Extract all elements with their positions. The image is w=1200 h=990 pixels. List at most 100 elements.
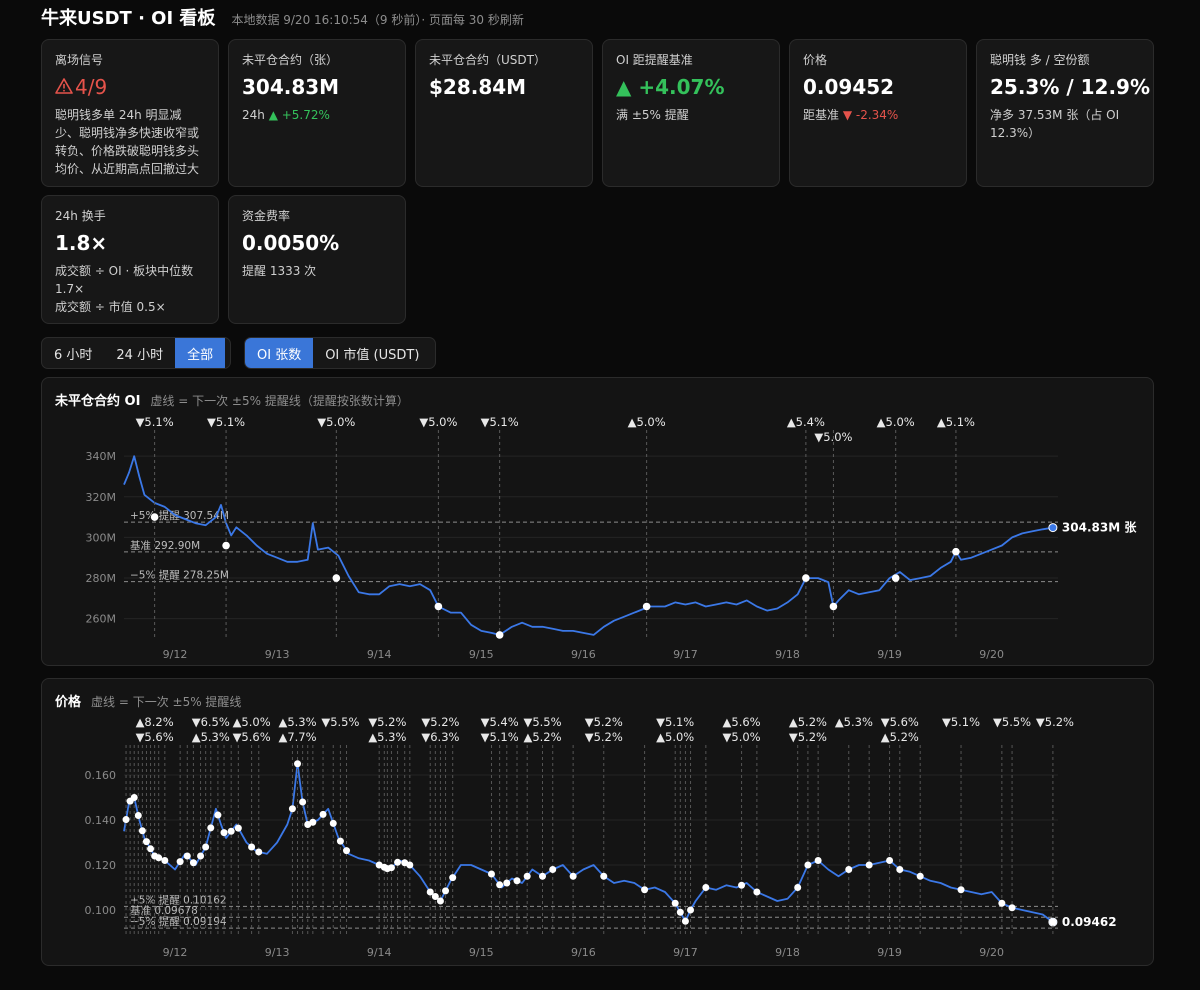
- alert-marker: [122, 816, 130, 824]
- alert-label: ▲7.7%: [278, 730, 316, 744]
- alert-marker: [222, 541, 230, 550]
- page-title: 牛来USDT · OI 看板: [41, 8, 216, 29]
- alert-marker: [687, 906, 695, 914]
- alert-marker: [329, 819, 337, 827]
- alert-marker: [202, 843, 210, 851]
- oi-baseline-label: OI 距提醒基准: [616, 53, 693, 67]
- tab-all[interactable]: 全部: [175, 338, 226, 368]
- alert-marker: [539, 872, 547, 880]
- y-tick-label: 0.160: [85, 769, 117, 782]
- alert-marker: [343, 847, 351, 855]
- exit-signal-count: 4/9: [75, 75, 108, 99]
- x-tick-label: 9/12: [163, 648, 188, 661]
- tab-6h[interactable]: 6 小时: [42, 338, 104, 368]
- alert-marker: [434, 602, 443, 611]
- alert-marker: [142, 838, 150, 846]
- alert-marker: [183, 852, 191, 860]
- alert-marker: [549, 866, 557, 873]
- alert-label: ▼5.2%: [1036, 715, 1074, 729]
- exit-signal-value: 4/9: [55, 74, 205, 100]
- tab-oi-contracts[interactable]: OI 张数: [245, 338, 314, 368]
- alert-marker: [255, 848, 263, 856]
- lower-alert-line-label: −5% 提醒 0.09194: [130, 916, 227, 928]
- alert-marker: [449, 874, 457, 882]
- price-change-prefix: 距基准: [803, 108, 840, 122]
- alert-label: ▼5.6%: [881, 715, 919, 729]
- smart-money-label: 聪明钱 多 / 空份额: [990, 53, 1090, 67]
- alert-marker: [138, 827, 146, 835]
- smart-money-card: 聪明钱 多 / 空份额 25.3% / 12.9% 净多 37.53M 张（占 …: [976, 39, 1154, 187]
- alert-marker: [802, 574, 810, 582]
- oi-contracts-label: 未平仓合约（张）: [242, 53, 339, 67]
- exit-signal-card: 离场信号 4/9 聪明钱多单 24h 明显减少、聪明钱净多快速收窄或转负、价格跌…: [41, 39, 219, 187]
- alert-marker: [496, 881, 504, 889]
- alert-up-label: ▲5.1%: [937, 415, 975, 429]
- alert-up-label: ▲5.0%: [877, 415, 915, 429]
- x-tick-label: 9/18: [775, 648, 800, 661]
- alert-marker: [702, 884, 710, 891]
- x-tick-label: 9/14: [367, 946, 392, 959]
- alert-up-label: ▲5.0%: [628, 415, 666, 429]
- alert-marker: [495, 631, 504, 639]
- exit-signal-label: 离场信号: [55, 53, 104, 67]
- x-tick-label: 9/12: [163, 946, 188, 959]
- alert-marker: [952, 547, 960, 556]
- alert-label: ▲5.3%: [192, 730, 230, 744]
- alert-label: ▼5.0%: [723, 730, 761, 744]
- page-header: 牛来USDT · OI 看板 本地数据 9/20 16:10:54（9 秒前）·…: [41, 4, 524, 29]
- alert-marker: [288, 805, 296, 813]
- alert-marker: [676, 908, 684, 916]
- alert-marker: [753, 888, 761, 896]
- funding-value: 0.0050%: [242, 231, 340, 255]
- oi-contracts-change-value: ▲ +5.72%: [268, 108, 330, 122]
- x-tick-label: 9/17: [673, 648, 698, 661]
- alert-label: ▼5.5%: [321, 715, 359, 729]
- y-tick-label: 0.120: [85, 859, 117, 872]
- alert-marker: [523, 872, 531, 880]
- smart-money-sub: 净多 37.53M 张（占 OI 12.3%）: [990, 108, 1120, 140]
- warning-icon: [55, 74, 75, 100]
- alert-marker: [738, 881, 746, 889]
- price-chart-panel: 价格 虚线 = 下一次 ±5% 提醒线 0.160 0.140 0.120 0.100…: [41, 678, 1154, 966]
- alert-label: ▲5.0%: [233, 715, 271, 729]
- alert-label: ▲5.2%: [881, 730, 919, 744]
- alert-marker: [1008, 904, 1016, 912]
- alert-down-label: ▼5.0%: [419, 415, 457, 429]
- x-tick-label: 9/15: [469, 946, 494, 959]
- alert-marker: [234, 824, 242, 832]
- x-tick-label: 9/20: [979, 648, 1004, 661]
- turnover-card: 24h 换手 1.8× 成交额 ÷ OI · 板块中位数 1.7× 成交额 ÷ …: [41, 195, 219, 324]
- oi-chart-panel: 未平仓合约 OI 虚线 = 下一次 ±5% 提醒线（提醒按张数计算） 340M 3…: [41, 377, 1154, 666]
- y-tick-label: 280M: [86, 572, 117, 585]
- price-value: 0.09452: [803, 75, 895, 99]
- tab-oi-usdt[interactable]: OI 市值 (USDT): [313, 338, 431, 368]
- price-change: 距基准 ▼ -2.34%: [803, 106, 953, 124]
- oi-contracts-value: 304.83M: [242, 75, 340, 99]
- exit-signal-desc: 聪明钱多单 24h 明显减少、聪明钱净多快速收窄或转负、价格跌破聪明钱多头均价、…: [55, 108, 200, 176]
- alert-marker: [829, 602, 838, 611]
- funding-card: 资金费率 0.0050% 提醒 1333 次: [228, 195, 406, 324]
- last-value-label: 304.83M 张: [1062, 520, 1137, 535]
- alert-label: ▼5.1%: [942, 715, 980, 729]
- alert-marker: [336, 837, 344, 845]
- price-change-value: ▼ -2.34%: [842, 108, 899, 122]
- oi-contracts-card: 未平仓合约（张） 304.83M 24h ▲ +5.72%: [228, 39, 406, 187]
- alert-marker: [794, 884, 802, 891]
- x-tick-label: 9/14: [367, 648, 392, 661]
- alert-marker: [227, 827, 235, 835]
- alert-marker: [1049, 918, 1057, 926]
- refresh-meta: 本地数据 9/20 16:10:54（9 秒前）· 页面每 30 秒刷新: [231, 13, 524, 27]
- alert-marker: [394, 858, 402, 866]
- alert-label: ▲5.6%: [723, 715, 761, 729]
- turnover-sub-mcap: 成交额 ÷ 市值 0.5×: [55, 300, 166, 314]
- alert-marker: [406, 861, 414, 869]
- last-point: [1048, 523, 1058, 533]
- x-tick-label: 9/16: [571, 648, 596, 661]
- alert-marker: [294, 760, 302, 768]
- x-tick-label: 9/19: [877, 946, 902, 959]
- alert-label: ▲8.2%: [136, 715, 174, 729]
- alert-label: ▲5.3%: [368, 730, 406, 744]
- tab-24h[interactable]: 24 小时: [104, 338, 175, 368]
- alert-marker: [957, 886, 965, 894]
- alert-label: ▼5.2%: [585, 715, 623, 729]
